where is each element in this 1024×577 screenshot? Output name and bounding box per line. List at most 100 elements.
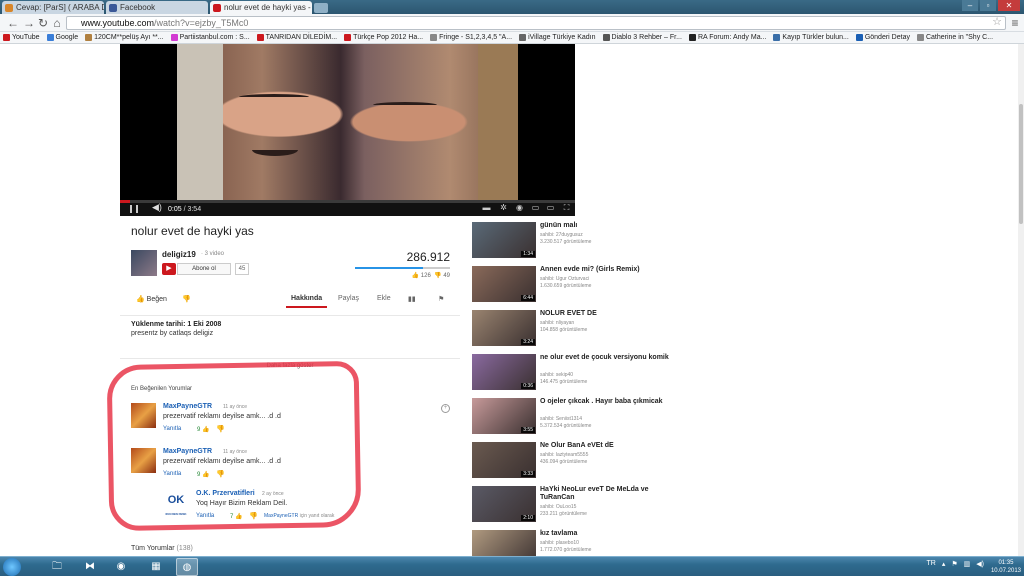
small-player-icon[interactable]: ▭: [531, 204, 540, 212]
related-video-title[interactable]: kız tavlama: [540, 530, 680, 538]
related-video-item[interactable]: 3:55 O ojeler çıkcak . Hayır baba çıkmica…: [472, 398, 722, 438]
video-thumbnail[interactable]: 1:34: [472, 222, 536, 258]
large-player-icon[interactable]: ▭: [546, 204, 555, 212]
menu-icon[interactable]: ≡: [1008, 16, 1022, 30]
comment-like-button[interactable]: 9 👍: [197, 426, 210, 433]
browser-tab[interactable]: Facebook: [106, 1, 208, 14]
scrollbar-thumb[interactable]: [1019, 104, 1023, 224]
comment-like-button[interactable]: 9 👍: [197, 471, 210, 478]
comment-time[interactable]: 2 ay önce: [262, 491, 284, 497]
comment-author[interactable]: MaxPayneGTR: [163, 403, 212, 410]
bookmark-star-icon[interactable]: ☆: [992, 16, 1002, 28]
video-thumbnail[interactable]: [472, 530, 536, 556]
address-bar[interactable]: www.youtube.com/watch?v=ejzby_T5Mc0 ☆: [66, 16, 1006, 30]
related-video-title[interactable]: NOLUR EVET DE: [540, 310, 680, 318]
comment-time[interactable]: 11 ay önce: [223, 404, 247, 410]
related-video-item[interactable]: 2:10 HaYki NeoLur eveT De MeLda ve TuRanC…: [472, 486, 722, 526]
page-scrollbar[interactable]: [1018, 44, 1024, 556]
pause-icon[interactable]: [130, 205, 138, 213]
close-button[interactable]: ✕: [998, 0, 1020, 11]
bookmark-item[interactable]: Partiistanbul.com : S...: [168, 32, 254, 43]
clock[interactable]: 01:35 10.07.2013: [991, 559, 1021, 575]
bookmark-item[interactable]: Gönderi Detay: [853, 32, 914, 43]
channel-avatar[interactable]: [131, 250, 157, 276]
reply-button[interactable]: Yanıtla: [163, 426, 181, 432]
flag-icon[interactable]: ⚑: [438, 295, 444, 303]
volume-tray-icon[interactable]: ◀): [976, 560, 984, 568]
comment-author[interactable]: O.K. Przervatifleri: [196, 490, 255, 497]
related-video-item[interactable]: 6:44 Annen evde mi? (Girls Remix) sahibi: …: [472, 266, 722, 306]
reply-button[interactable]: Yanıtla: [163, 471, 181, 477]
flag-tray-icon[interactable]: ⚑: [951, 560, 957, 568]
start-button[interactable]: [3, 558, 21, 576]
bookmark-item[interactable]: Catherine in "Shy C...: [914, 32, 997, 43]
video-thumbnail[interactable]: 2:10: [472, 486, 536, 522]
comment-author[interactable]: MaxPayneGTR: [163, 448, 212, 455]
video-player[interactable]: ◀) 0:05 / 3:54 ▬ ✲ ◉ ▭ ▭ ⛶: [120, 44, 575, 216]
video-frame[interactable]: [177, 44, 518, 200]
related-video-item[interactable]: 3:24 NOLUR EVET DE sahibi: nliyayan 104.858…: [472, 310, 722, 350]
reload-icon[interactable]: ↻: [36, 16, 50, 30]
subscribe-button[interactable]: Abone ol: [177, 263, 231, 275]
captions-icon[interactable]: ▬: [482, 204, 491, 212]
back-icon[interactable]: ←: [6, 16, 20, 30]
volume-icon[interactable]: ◀): [152, 203, 162, 212]
tab-add[interactable]: Ekle: [377, 295, 391, 302]
bookmark-item[interactable]: Türkçe Pop 2012 Ha...: [341, 32, 427, 43]
bookmark-item[interactable]: YouTube: [0, 32, 44, 43]
minimize-button[interactable]: –: [962, 0, 978, 11]
bookmark-item[interactable]: Google: [44, 32, 83, 43]
video-thumbnail[interactable]: 6:44: [472, 266, 536, 302]
calendar-app-icon[interactable]: ▦: [145, 558, 167, 576]
reply-to-user[interactable]: MaxPayneGTR: [264, 513, 298, 519]
browser-tab-active[interactable]: nolur evet de hayki yas -: [210, 1, 312, 14]
thumbs-down-icon[interactable]: 👎: [216, 470, 225, 478]
avatar[interactable]: [131, 403, 156, 428]
bookmark-item[interactable]: Fringe - S1,2,3,4,5 "A...: [427, 32, 516, 43]
reply-button[interactable]: Yanıtla: [196, 513, 214, 519]
show-more-button[interactable]: Daha fazla göster: [120, 358, 460, 369]
like-button[interactable]: 👍 Beğen: [136, 295, 167, 303]
thumbs-down-icon[interactable]: 👎: [216, 425, 225, 433]
bookmark-item[interactable]: Kayıp Türkler bulun...: [770, 32, 852, 43]
video-thumbnail[interactable]: 3:33: [472, 442, 536, 478]
bookmark-item[interactable]: RA Forum: Andy Ma...: [686, 32, 770, 43]
bookmark-item[interactable]: 120CM**pelüş Ayı **...: [82, 32, 168, 43]
video-thumbnail[interactable]: 3:24: [472, 310, 536, 346]
media-center-icon[interactable]: ◉: [110, 558, 132, 576]
related-video-item[interactable]: kız tavlama sahibi: plasebo10 1.772.070 gö…: [472, 530, 722, 556]
bookmark-item[interactable]: Diablo 3 Rehber – Fr...: [600, 32, 686, 43]
chrome-icon[interactable]: ◍: [176, 558, 198, 576]
forward-icon[interactable]: →: [22, 16, 36, 30]
thumbs-down-icon[interactable]: 👎: [249, 512, 258, 520]
dislike-button[interactable]: 👎: [182, 295, 191, 303]
channel-name[interactable]: deligiz19: [162, 250, 196, 259]
tab-about[interactable]: Hakkında: [285, 295, 328, 308]
comment-like-button[interactable]: 7 👍: [230, 513, 243, 520]
video-thumbnail[interactable]: 0:36: [472, 354, 536, 390]
related-video-title[interactable]: Ne Olur BanA eVEt dE: [540, 442, 680, 450]
tab-share[interactable]: Paylaş: [338, 295, 359, 302]
channel-video-count[interactable]: · 3 video: [201, 251, 224, 257]
related-video-title[interactable]: ne olur evet de çocuk versiyonu komik: [540, 354, 680, 362]
fullscreen-icon[interactable]: ⛶: [562, 204, 571, 212]
avatar[interactable]: [131, 448, 156, 473]
media-player-icon[interactable]: ⧓: [79, 558, 101, 576]
related-video-item[interactable]: 3:33 Ne Olur BanA eVEt dE sahibi: laztytea…: [472, 442, 722, 482]
related-video-title[interactable]: O ojeler çıkcak . Hayır baba çıkmicak: [540, 398, 680, 406]
new-tab-button[interactable]: [314, 3, 328, 13]
related-video-title[interactable]: HaYki NeoLur eveT De MeLda ve TuRanCan: [540, 486, 680, 502]
tray-arrow-icon[interactable]: ▴: [942, 560, 946, 568]
explorer-icon[interactable]: 🗀: [46, 558, 68, 576]
language-indicator[interactable]: TR: [927, 560, 936, 568]
bookmark-item[interactable]: TANRIDAN DİLEDİM...: [254, 32, 341, 43]
related-video-title[interactable]: günün malı: [540, 222, 680, 230]
annotations-icon[interactable]: ◉: [515, 204, 524, 212]
maximize-button[interactable]: ▫: [980, 0, 996, 11]
browser-tab[interactable]: Cevap: [ParS] ( ARABA DE: [2, 1, 104, 14]
home-icon[interactable]: ⌂: [50, 16, 64, 30]
related-video-item[interactable]: 0:36 ne olur evet de çocuk versiyonu komi…: [472, 354, 722, 394]
related-video-item[interactable]: 1:34 günün malı sahibi: 27duygusuz 3.230.51…: [472, 222, 722, 262]
bookmark-item[interactable]: iVillage Türkiye Kadın: [516, 32, 599, 43]
video-thumbnail[interactable]: 3:55: [472, 398, 536, 434]
